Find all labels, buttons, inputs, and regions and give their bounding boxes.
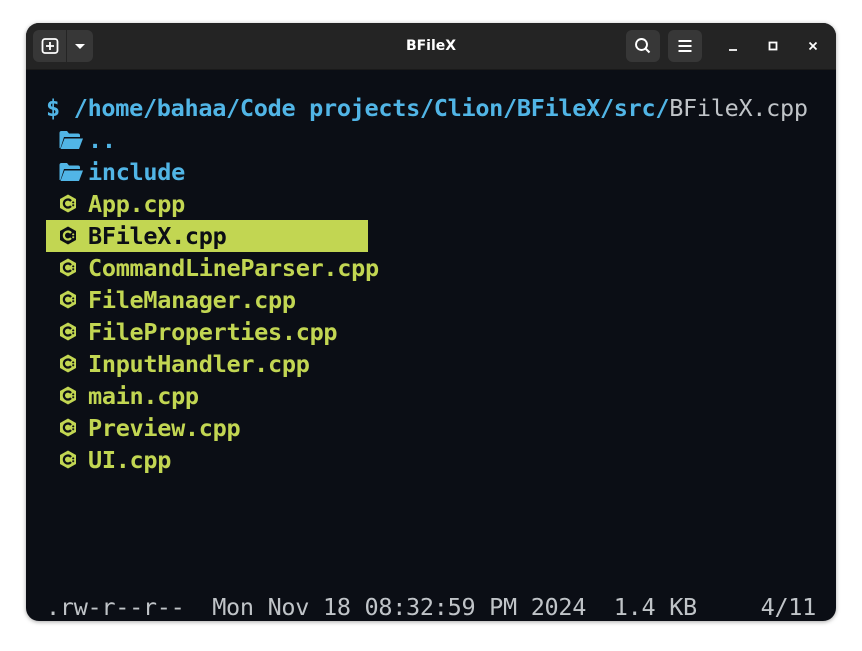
folder-open-icon [58,129,84,151]
minimize-button[interactable] [721,34,745,58]
prompt-symbol: $ [46,94,60,122]
new-tab-icon [33,30,66,62]
new-tab-button-group [33,30,93,62]
cpp-file-icon [58,257,84,279]
status-bar: .rw-r--r-- Mon Nov 18 08:32:59 PM 2024 1… [46,592,816,621]
terminal-area[interactable]: $ /home/bahaa/Code projects/Clion/BFileX… [26,70,836,621]
maximize-icon [761,34,785,58]
entry-name: Preview.cpp [88,414,241,442]
file-item[interactable]: FileProperties.cpp [46,316,826,348]
entry-name: BFileX.cpp [88,222,227,250]
window-title: BFileX [405,38,457,54]
current-file-name: BFileX.cpp [669,94,808,122]
entry-name: main.cpp [88,382,199,410]
file-item[interactable]: CommandLineParser.cpp [46,252,826,284]
file-item[interactable]: FileManager.cpp [46,284,826,316]
cpp-file-icon [58,321,84,343]
cpp-file-icon [58,449,84,471]
entry-name: InputHandler.cpp [88,350,310,378]
entry-name: FileProperties.cpp [88,318,338,346]
directory-item[interactable]: .. [46,124,826,156]
search-button[interactable] [626,30,660,62]
titlebar: BFileX [26,23,836,70]
directory-item[interactable]: include [46,156,826,188]
main-menu-button[interactable] [668,30,702,62]
prompt-line: $ /home/bahaa/Code projects/Clion/BFileX… [46,93,808,123]
file-item[interactable]: main.cpp [46,380,826,412]
cpp-file-icon [58,225,84,247]
cpp-file-icon [58,417,84,439]
terminal-window: BFileX $ /home/bahaa/Code projects/Clion… [26,23,836,621]
hamburger-menu-icon [668,30,702,62]
file-item[interactable]: UI.cpp [46,444,826,476]
file-item[interactable]: InputHandler.cpp [46,348,826,380]
entry-name: CommandLineParser.cpp [88,254,379,282]
file-permissions: .rw-r--r-- [46,593,185,621]
cpp-file-icon [58,385,84,407]
cpp-file-icon [58,353,84,375]
chevron-down-icon [67,30,93,62]
folder-open-icon [58,161,84,183]
close-icon [801,34,825,58]
entry-name: include [88,158,185,186]
new-tab-dropdown-button[interactable] [67,30,93,62]
entry-name: .. [88,126,116,154]
new-tab-button[interactable] [33,30,66,62]
entry-name: UI.cpp [88,446,172,474]
file-size: 1.4 KB [613,593,697,621]
file-list-item-selected[interactable]: BFileX.cpp [46,220,826,252]
minimize-icon [721,34,745,58]
cpp-file-icon [58,193,84,215]
entry-name: FileManager.cpp [88,286,296,314]
entry-position: 4/11 [760,593,817,621]
file-item[interactable]: Preview.cpp [46,412,826,444]
maximize-button[interactable] [761,34,785,58]
current-directory-path: /home/bahaa/Code projects/Clion/BFileX/s… [73,94,670,122]
search-icon [626,30,660,62]
cpp-file-icon [58,289,84,311]
entry-name: App.cpp [88,190,185,218]
file-modified-date: Mon Nov 18 08:32:59 PM 2024 [212,593,587,621]
file-item[interactable]: App.cpp [46,188,826,220]
close-button[interactable] [801,34,825,58]
file-list: .. include App.cpp BFileX.cpp CommandLinePar… [46,124,826,476]
